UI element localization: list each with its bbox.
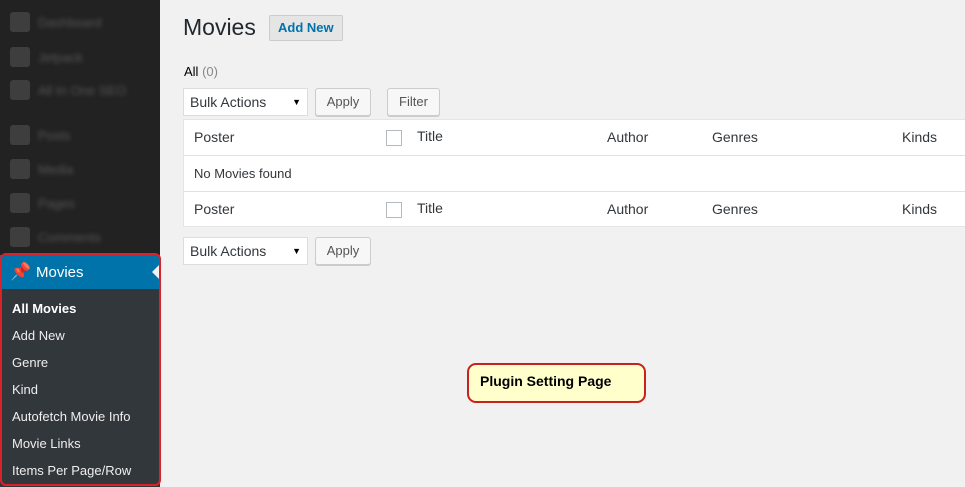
dropdown-caret-icon: ▼ [292, 97, 301, 107]
jetpack-icon [10, 47, 30, 67]
column-poster[interactable]: Poster [194, 201, 234, 217]
bulk-actions-label: Bulk Actions [190, 243, 267, 259]
column-genres: Genres [712, 201, 758, 217]
column-kinds: Kinds [902, 201, 938, 217]
page-title: Movies [183, 14, 256, 40]
annotation-callout: Plugin Setting Page [467, 363, 646, 403]
dropdown-caret-icon: ▼ [292, 246, 301, 256]
column-genres: Genres [712, 129, 758, 145]
comment-icon [10, 227, 30, 247]
column-author: Author [607, 201, 649, 217]
column-author: Author [607, 129, 649, 145]
sidebar-item-label: Pages [38, 195, 75, 211]
sidebar-item-label: Dashboard [38, 14, 102, 30]
filter-all-label: All [184, 64, 199, 79]
select-all-checkbox[interactable] [386, 130, 402, 146]
submenu-add-new[interactable]: Add New [12, 328, 65, 343]
sidebar-item-label: All In One SEO [38, 82, 127, 98]
pin-icon: 📌 [10, 262, 32, 281]
column-kinds: Kinds [902, 129, 938, 145]
sidebar-item-label: Comments [38, 229, 101, 245]
seo-icon [10, 80, 30, 100]
movies-table: Poster Title Author Genres Kinds No Movi… [183, 119, 965, 227]
sidebar-item-label: Posts [38, 127, 71, 143]
sidebar-item-label: Jetpack [38, 49, 83, 65]
empty-table-message: No Movies found [194, 166, 292, 181]
page-icon [10, 193, 30, 213]
submenu-genre[interactable]: Genre [12, 355, 48, 370]
apply-button-bottom[interactable]: Apply [315, 237, 371, 265]
bulk-actions-label: Bulk Actions [190, 94, 267, 110]
submenu-items-per-page[interactable]: Items Per Page/Row [12, 463, 131, 478]
table-header-row: Poster Title Author Genres Kinds [184, 120, 965, 156]
current-menu-arrow [152, 264, 160, 280]
bulk-actions-select-top[interactable]: Bulk Actions ▼ [183, 88, 308, 116]
movies-submenu: All Movies Add New Genre Kind Autofetch … [0, 289, 160, 487]
table-footer-row: Poster Title Author Genres Kinds [184, 192, 965, 228]
column-title[interactable]: Title [417, 200, 443, 216]
sidebar-item-label: Media [38, 161, 74, 177]
submenu-autofetch-movie-info[interactable]: Autofetch Movie Info [12, 409, 131, 424]
submenu-movie-links[interactable]: Movie Links [12, 436, 81, 451]
sidebar-item-movies[interactable]: 📌 Movies [0, 255, 160, 289]
sidebar-item-seo[interactable]: All In One SEO [0, 73, 160, 107]
admin-sidebar: Dashboard Jetpack All In One SEO Posts M… [0, 0, 160, 487]
filter-all-count: (0) [202, 64, 218, 79]
sidebar-item-dashboard[interactable]: Dashboard [0, 5, 160, 39]
sidebar-item-jetpack[interactable]: Jetpack [0, 40, 160, 74]
sidebar-item-media[interactable]: Media [0, 152, 160, 186]
sidebar-item-comments[interactable]: Comments [0, 220, 160, 254]
submenu-kind[interactable]: Kind [12, 382, 38, 397]
bulk-actions-select-bottom[interactable]: Bulk Actions ▼ [183, 237, 308, 265]
apply-button-top[interactable]: Apply [315, 88, 371, 116]
sidebar-item-posts[interactable]: Posts [0, 118, 160, 152]
sidebar-item-label: Movies [36, 263, 84, 281]
media-icon [10, 159, 30, 179]
table-row: No Movies found [184, 156, 965, 192]
submenu-all-movies[interactable]: All Movies [12, 301, 76, 316]
select-all-checkbox[interactable] [386, 202, 402, 218]
column-poster[interactable]: Poster [194, 129, 234, 145]
dashboard-icon [10, 12, 30, 32]
filter-button[interactable]: Filter [387, 88, 440, 116]
filter-all-link[interactable]: All (0) [184, 64, 218, 79]
sidebar-item-pages[interactable]: Pages [0, 186, 160, 220]
add-new-button[interactable]: Add New [269, 15, 343, 41]
column-title[interactable]: Title [417, 128, 443, 144]
pin-icon [10, 125, 30, 145]
